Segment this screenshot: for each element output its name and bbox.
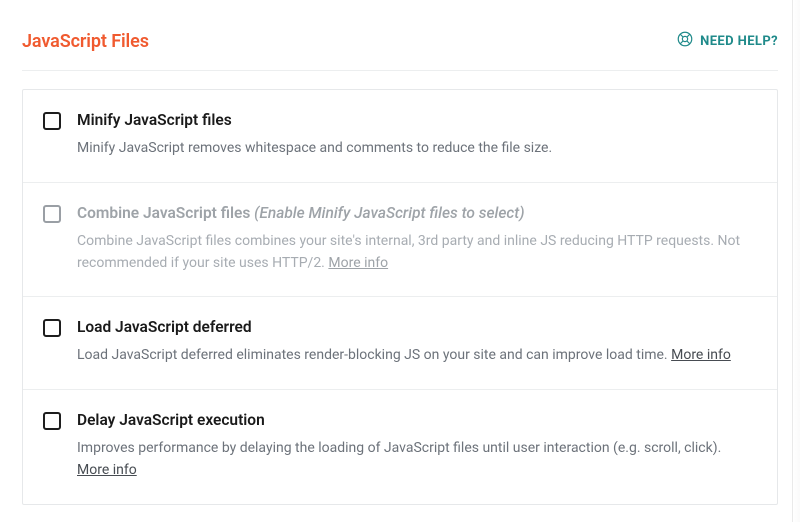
option-desc-text: Combine JavaScript files combines your s…: [77, 233, 740, 271]
section-title: JavaScript Files: [22, 31, 149, 52]
option-title: Delay JavaScript execution: [77, 410, 757, 430]
option-desc-text: Minify JavaScript removes whitespace and…: [77, 140, 552, 156]
option-title: Load JavaScript deferred: [77, 317, 757, 337]
option-combine: Combine JavaScript files (Enable Minify …: [23, 183, 777, 298]
option-title-text: Minify JavaScript files: [77, 111, 232, 129]
more-info-link[interactable]: More info: [671, 347, 731, 363]
option-hint: (Enable Minify JavaScript files to selec…: [254, 204, 524, 222]
option-delay: Delay JavaScript execution Improves perf…: [23, 390, 777, 504]
option-desc: Combine JavaScript files combines your s…: [77, 231, 757, 274]
more-info-link[interactable]: More info: [77, 462, 137, 478]
lifebuoy-icon: [676, 30, 694, 52]
option-title-text: Combine JavaScript files: [77, 204, 250, 222]
section-header: JavaScript Files NEED HELP?: [22, 30, 778, 71]
option-title-text: Load JavaScript deferred: [77, 318, 252, 336]
option-desc: Improves performance by delaying the loa…: [77, 438, 757, 481]
scroll-edge: [792, 0, 800, 522]
option-desc-text: Improves performance by delaying the loa…: [77, 440, 721, 456]
delay-checkbox[interactable]: [43, 412, 61, 430]
minify-checkbox[interactable]: [43, 112, 61, 130]
need-help-label: NEED HELP?: [700, 34, 778, 49]
option-defer: Load JavaScript deferred Load JavaScript…: [23, 297, 777, 390]
options-panel: Minify JavaScript files Minify JavaScrip…: [22, 89, 778, 505]
option-desc-text: Load JavaScript deferred eliminates rend…: [77, 347, 668, 363]
option-title: Minify JavaScript files: [77, 110, 757, 130]
option-minify: Minify JavaScript files Minify JavaScrip…: [23, 90, 777, 183]
option-title: Combine JavaScript files (Enable Minify …: [77, 203, 757, 223]
need-help-link[interactable]: NEED HELP?: [676, 30, 778, 52]
combine-checkbox: [43, 205, 61, 223]
option-desc: Minify JavaScript removes whitespace and…: [77, 138, 757, 160]
more-info-link[interactable]: More info: [328, 255, 388, 271]
option-desc: Load JavaScript deferred eliminates rend…: [77, 345, 757, 367]
defer-checkbox[interactable]: [43, 319, 61, 337]
option-title-text: Delay JavaScript execution: [77, 411, 265, 429]
